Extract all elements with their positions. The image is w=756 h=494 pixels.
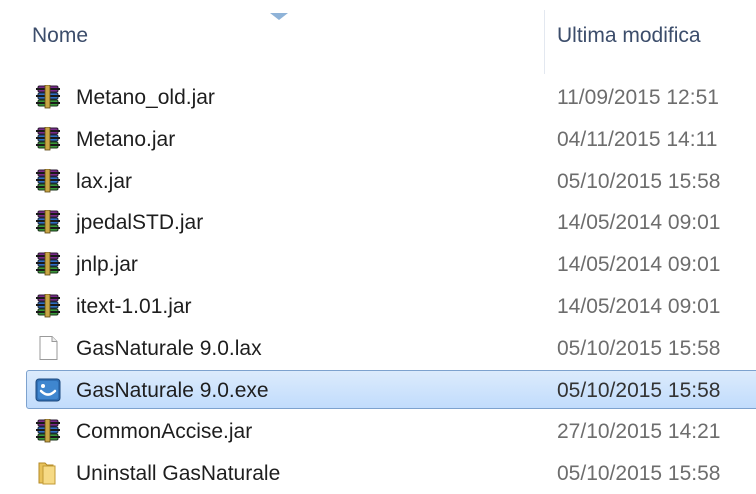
file-row-selected[interactable]: GasNaturale 9.0.exe 05/10/2015 15:58 — [0, 369, 756, 411]
file-row[interactable]: GasNaturale 9.0.lax 05/10/2015 15:58 — [0, 327, 756, 369]
file-date-modified: 11/09/2015 12:51 — [557, 86, 719, 109]
installer-exe-icon — [35, 378, 61, 402]
file-name: CommonAccise.jar — [76, 420, 253, 444]
file-row[interactable]: Metano.jar 04/11/2015 14:11 — [0, 118, 756, 160]
winrar-archive-icon — [35, 209, 61, 234]
file-date-modified: 05/10/2015 15:58 — [557, 462, 721, 486]
file-name: Uninstall GasNaturale — [76, 462, 281, 486]
winrar-archive-icon — [35, 418, 61, 443]
column-header: Nome Ultima modifica — [0, 0, 756, 74]
file-name: GasNaturale 9.0.lax — [76, 336, 262, 360]
file-name: GasNaturale 9.0.exe — [76, 378, 269, 402]
file-date-modified: 05/10/2015 15:58 — [557, 169, 721, 193]
file-row[interactable]: itext-1.01.jar 14/05/2014 09:01 — [0, 285, 756, 327]
blank-file-icon — [35, 335, 61, 360]
file-date-modified: 05/10/2015 15:58 — [557, 336, 721, 360]
file-name: itext-1.01.jar — [76, 294, 192, 318]
file-row[interactable]: jpedalSTD.jar 14/05/2014 09:01 — [0, 201, 756, 243]
file-row[interactable]: CommonAccise.jar 27/10/2015 14:21 — [0, 410, 756, 452]
file-row[interactable]: jnlp.jar 14/05/2014 09:01 — [0, 243, 756, 285]
winrar-archive-icon — [35, 251, 61, 276]
file-row[interactable]: Metano_old.jar 11/09/2015 12:51 — [0, 76, 756, 118]
file-date-modified: 14/05/2014 09:01 — [557, 253, 721, 277]
sort-arrow-icon — [270, 13, 288, 20]
file-name: Metano.jar — [76, 127, 176, 151]
folder-icon — [35, 461, 61, 485]
file-name: jnlp.jar — [76, 253, 138, 277]
file-explorer-list: Nome Ultima modifica Metano_old.jar 11/09… — [0, 0, 756, 494]
file-row[interactable]: Uninstall GasNaturale 05/10/2015 15:58 — [0, 452, 756, 494]
winrar-archive-icon — [35, 84, 61, 109]
file-date-modified: 05/10/2015 15:58 — [557, 378, 721, 402]
winrar-archive-icon — [35, 126, 61, 151]
column-divider[interactable] — [544, 10, 545, 74]
file-name: jpedalSTD.jar — [76, 211, 204, 235]
file-name: lax.jar — [76, 169, 133, 193]
winrar-archive-icon — [35, 168, 61, 193]
file-date-modified: 04/11/2015 14:11 — [557, 127, 718, 151]
file-date-modified: 27/10/2015 14:21 — [557, 420, 721, 444]
column-header-date-modified[interactable]: Ultima modifica — [557, 24, 701, 48]
file-name: Metano_old.jar — [76, 86, 215, 109]
file-date-modified: 14/05/2014 09:01 — [557, 211, 721, 235]
file-date-modified: 14/05/2014 09:01 — [557, 294, 721, 318]
column-header-name[interactable]: Nome — [32, 24, 88, 48]
file-row[interactable]: lax.jar 05/10/2015 15:58 — [0, 160, 756, 202]
winrar-archive-icon — [35, 293, 61, 318]
file-list: Metano_old.jar 11/09/2015 12:51 Metano.jar… — [0, 76, 756, 494]
